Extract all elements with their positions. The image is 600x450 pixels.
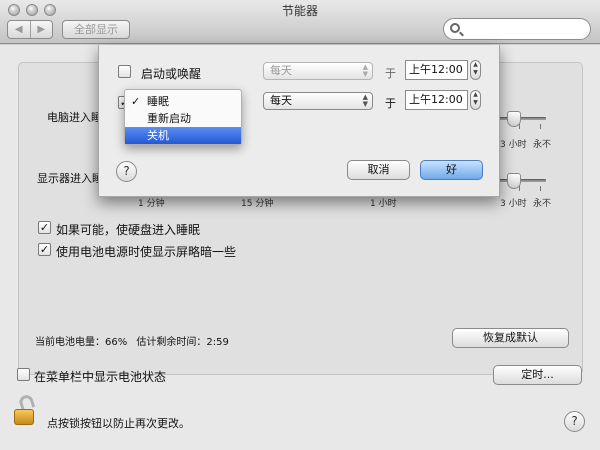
- back-forward-group: ◀ ▶: [7, 20, 53, 39]
- battery-status: 当前电池电量：66% 估计剩余时间：2:59: [35, 333, 229, 348]
- search-icon: [450, 23, 460, 33]
- startup-at-label: 于: [385, 67, 396, 80]
- dim-on-battery-checkbox[interactable]: ✓: [38, 243, 51, 256]
- tick-1-hour: 1 小时: [370, 199, 397, 209]
- startup-time-field[interactable]: 上午12:00: [405, 60, 468, 80]
- action-menu: ✓ 睡眠 重新启动 关机: [124, 89, 242, 145]
- tick-1-minute: 1 分钟: [138, 199, 165, 209]
- tick-never: 永不: [533, 140, 552, 150]
- restore-defaults-button[interactable]: 恢复成默认: [452, 328, 569, 348]
- menu-item-restart[interactable]: 重新启动: [125, 110, 241, 127]
- show-battery-menu-label: 在菜单栏中显示电池状态: [34, 370, 167, 384]
- action-time-stepper[interactable]: ▲ ▼: [470, 90, 481, 110]
- lock-icon[interactable]: [14, 393, 42, 427]
- forward-icon[interactable]: ▶: [31, 21, 53, 38]
- menu-item-sleep[interactable]: ✓ 睡眠: [125, 93, 241, 110]
- battery-charge-value: 66%: [105, 337, 128, 348]
- startup-frequency-popup[interactable]: 每天 ▲ ▼: [263, 62, 373, 80]
- title-bar: 节能器 ◀ ▶ 全部显示: [0, 0, 600, 44]
- action-time-field[interactable]: 上午12:00: [405, 90, 468, 110]
- menu-item-label: 睡眠: [147, 95, 169, 108]
- help-button[interactable]: ?: [564, 411, 585, 432]
- slider-tick: [519, 186, 520, 191]
- battery-remaining-label: 估计剩余时间：: [136, 337, 207, 348]
- disk-sleep-checkbox[interactable]: ✓: [38, 221, 51, 234]
- tick-never: 永不: [533, 199, 552, 209]
- startup-frequency-value: 每天: [270, 64, 292, 77]
- action-at-label: 于: [385, 97, 396, 110]
- battery-charge-label: 当前电池电量：: [35, 337, 105, 348]
- tick-15-minutes: 15 分钟: [241, 199, 274, 209]
- slider-tick: [540, 124, 541, 129]
- battery-remaining-value: 2:59: [206, 337, 229, 348]
- menu-item-label: 关机: [147, 129, 169, 142]
- tick-3-hours: 3 小时: [500, 140, 527, 150]
- lock-message: 点按锁按钮以防止再次更改。: [47, 417, 190, 430]
- slider-tick: [540, 186, 541, 191]
- search-input[interactable]: [443, 18, 591, 40]
- menu-item-label: 重新启动: [147, 112, 191, 125]
- startup-wake-label: 启动或唤醒: [141, 67, 202, 81]
- checkmark-icon: ✓: [131, 95, 141, 108]
- ok-button[interactable]: 好: [420, 160, 483, 180]
- show-all-button[interactable]: 全部显示: [62, 20, 130, 39]
- menu-item-shutdown[interactable]: 关机: [125, 127, 241, 144]
- show-battery-menu-checkbox[interactable]: [17, 368, 30, 381]
- action-frequency-popup[interactable]: 每天 ▲ ▼: [263, 92, 373, 110]
- cancel-button[interactable]: 取消: [347, 160, 410, 180]
- schedule-button[interactable]: 定时...: [493, 365, 582, 385]
- lock-body: [14, 409, 34, 425]
- window-title: 节能器: [281, 4, 318, 18]
- dim-on-battery-label: 使用电池电源时使显示屏略暗一些: [56, 245, 237, 259]
- sheet-help-button[interactable]: ?: [116, 161, 137, 182]
- back-icon[interactable]: ◀: [8, 21, 31, 38]
- popup-arrows-icon: ▲ ▼: [362, 93, 368, 108]
- startup-wake-checkbox[interactable]: [118, 65, 131, 78]
- popup-arrows-icon: ▲ ▼: [362, 63, 368, 78]
- action-frequency-value: 每天: [270, 94, 292, 107]
- disk-sleep-label: 如果可能，使硬盘进入睡眠: [56, 223, 201, 237]
- slider-tick: [519, 124, 520, 129]
- startup-time-stepper[interactable]: ▲ ▼: [470, 60, 481, 80]
- tick-3-hours: 3 小时: [500, 199, 527, 209]
